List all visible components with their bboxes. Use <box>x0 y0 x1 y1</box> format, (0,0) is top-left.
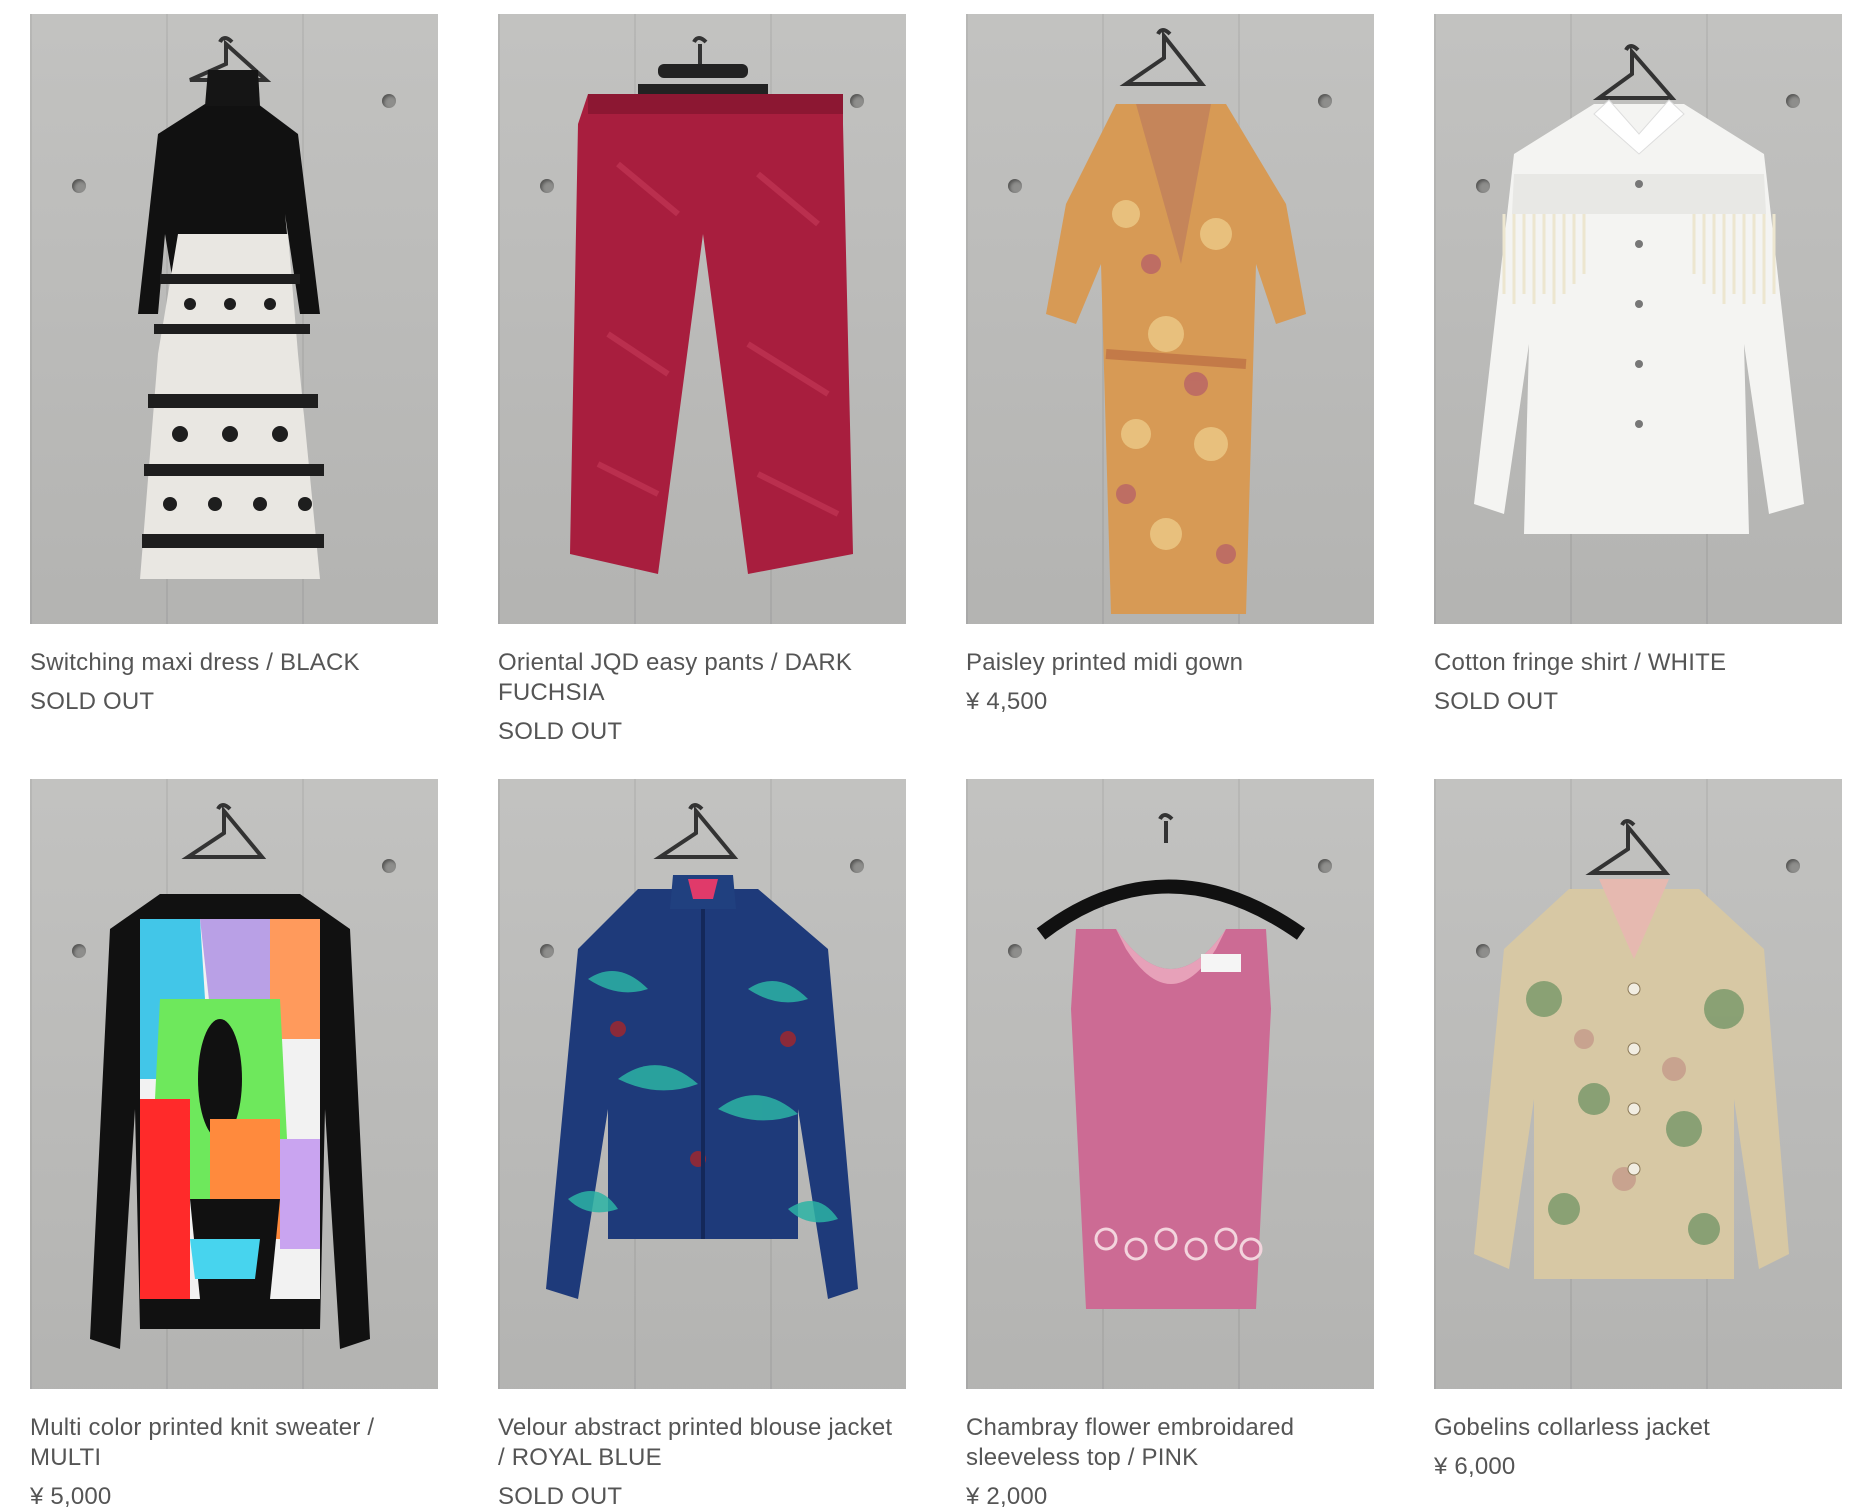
product-grid: Switching maxi dress / BLACK SOLD OUT Or… <box>30 14 1842 1510</box>
product-title[interactable]: Paisley printed midi gown <box>966 648 1374 678</box>
product-image[interactable] <box>30 14 438 624</box>
product-price: SOLD OUT <box>498 718 623 745</box>
product-image[interactable] <box>1434 14 1842 624</box>
product-title[interactable]: Velour abstract printed blouse jacket / … <box>498 1413 906 1473</box>
product-price: ¥ 6,000 <box>1434 1453 1516 1480</box>
product-price: SOLD OUT <box>1434 688 1559 715</box>
product-card[interactable]: Gobelins collarless jacket ¥ 6,000 <box>1434 779 1842 1509</box>
product-price: ¥ 5,000 <box>30 1483 112 1510</box>
pink-sleeveless-top-photo-icon <box>1036 813 1306 1309</box>
product-card[interactable]: Oriental JQD easy pants / DARK FUCHSIA S… <box>498 14 906 779</box>
product-price: ¥ 2,000 <box>966 1483 1048 1510</box>
multicolor-sweater-photo-icon <box>90 803 370 1349</box>
product-title[interactable]: Oriental JQD easy pants / DARK FUCHSIA <box>498 648 906 708</box>
product-title[interactable]: Cotton fringe shirt / WHITE <box>1434 648 1842 678</box>
product-image[interactable] <box>1434 779 1842 1389</box>
product-title[interactable]: Gobelins collarless jacket <box>1434 1413 1842 1443</box>
product-card[interactable]: Cotton fringe shirt / WHITE SOLD OUT <box>1434 14 1842 779</box>
product-image[interactable] <box>966 779 1374 1389</box>
product-price: SOLD OUT <box>498 1483 623 1510</box>
royal-blue-jacket-photo-icon <box>546 803 858 1299</box>
product-image[interactable] <box>498 779 906 1389</box>
product-price: ¥ 4,500 <box>966 688 1048 715</box>
product-image[interactable] <box>30 779 438 1389</box>
white-fringe-shirt-photo-icon <box>1474 44 1804 534</box>
product-card[interactable]: Paisley printed midi gown ¥ 4,500 <box>966 14 1374 779</box>
product-image[interactable] <box>966 14 1374 624</box>
gobelins-jacket-photo-icon <box>1474 819 1789 1279</box>
product-image[interactable] <box>498 14 906 624</box>
product-title[interactable]: Switching maxi dress / BLACK <box>30 648 438 678</box>
paisley-gown-photo-icon <box>1046 28 1306 614</box>
product-card[interactable]: Multi color printed knit sweater / MULTI… <box>30 779 438 1510</box>
product-title[interactable]: Chambray flower embroidared sleeveless t… <box>966 1413 1374 1473</box>
black-maxi-dress-photo-icon <box>138 36 324 579</box>
product-card[interactable]: Switching maxi dress / BLACK SOLD OUT <box>30 14 438 779</box>
product-title[interactable]: Multi color printed knit sweater / MULTI <box>30 1413 438 1473</box>
product-price: SOLD OUT <box>30 688 155 715</box>
product-card[interactable]: Velour abstract printed blouse jacket / … <box>498 779 906 1510</box>
fuchsia-pants-photo-icon <box>570 36 853 574</box>
product-card[interactable]: Chambray flower embroidared sleeveless t… <box>966 779 1374 1510</box>
